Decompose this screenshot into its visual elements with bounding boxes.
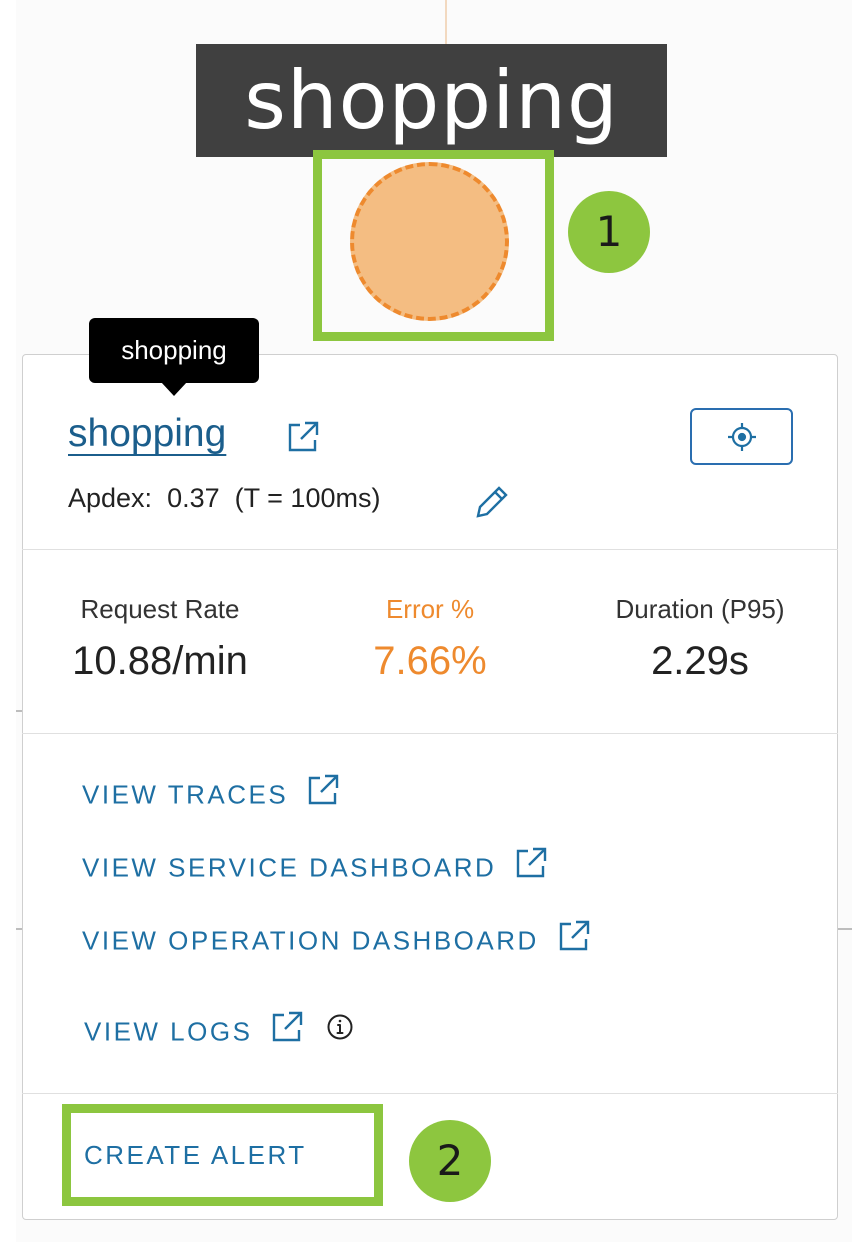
info-icon[interactable] <box>326 1013 354 1048</box>
external-link-icon <box>557 919 591 960</box>
error-rate-label: Error % <box>385 594 475 624</box>
apdex-value: 0.37 <box>167 483 220 513</box>
service-tooltip: shopping <box>89 318 259 383</box>
callout-badge-1: 1 <box>568 191 650 273</box>
create-alert-highlight-box <box>62 1104 383 1206</box>
error-rate-metric: Error % 7.66% <box>320 594 540 684</box>
callout-badge-2: 2 <box>409 1120 491 1202</box>
duration-value: 2.29s <box>651 639 749 683</box>
external-link-icon <box>514 846 548 887</box>
apdex-label: Apdex: <box>68 483 153 513</box>
apdex-row: Apdex: 0.37 (T = 100ms) <box>68 483 380 514</box>
panel-divider <box>22 1093 838 1094</box>
locate-icon <box>727 422 757 457</box>
view-logs-label: VIEW LOGS <box>84 1016 253 1047</box>
view-traces-label: VIEW TRACES <box>82 779 289 810</box>
node-highlight-box <box>313 150 554 341</box>
error-rate-value: 7.66% <box>373 639 487 683</box>
pencil-icon[interactable] <box>472 484 510 527</box>
apdex-threshold: (T = 100ms) <box>234 483 381 513</box>
view-operation-dashboard-label: VIEW OPERATION DASHBOARD <box>82 925 539 956</box>
node-title-label: shopping <box>196 44 667 157</box>
duration-label: Duration (P95) <box>615 594 785 624</box>
view-service-dashboard-link[interactable]: VIEW SERVICE DASHBOARD <box>82 846 548 890</box>
request-rate-label: Request Rate <box>80 594 240 624</box>
panel-divider <box>22 733 838 734</box>
external-link-icon <box>306 773 340 814</box>
map-edge <box>838 928 852 930</box>
duration-metric: Duration (P95) 2.29s <box>590 594 810 684</box>
view-operation-dashboard-link[interactable]: VIEW OPERATION DASHBOARD <box>82 919 591 963</box>
view-service-dashboard-label: VIEW SERVICE DASHBOARD <box>82 852 497 883</box>
map-edge <box>445 0 447 44</box>
locate-node-button[interactable] <box>690 408 793 465</box>
request-rate-value: 10.88/min <box>72 639 248 683</box>
external-link-icon <box>270 1010 304 1051</box>
external-link-icon[interactable] <box>286 420 320 459</box>
panel-divider <box>22 549 838 550</box>
request-rate-metric: Request Rate 10.88/min <box>40 594 280 684</box>
view-traces-link[interactable]: VIEW TRACES <box>82 773 340 817</box>
tooltip-arrow <box>161 382 187 396</box>
service-name-link[interactable]: shopping <box>68 412 226 456</box>
view-logs-link[interactable]: VIEW LOGS <box>84 1010 354 1054</box>
